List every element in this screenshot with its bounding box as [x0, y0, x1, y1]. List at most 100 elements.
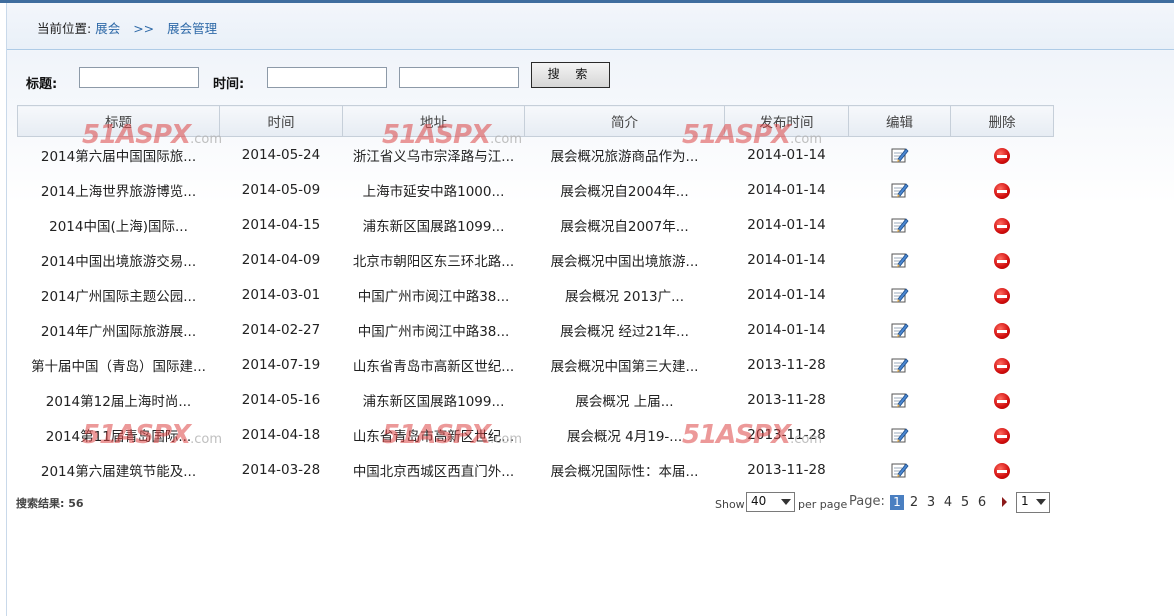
time-cell: 2014-05-16	[241, 391, 321, 408]
page-size-select[interactable]: 40	[746, 492, 795, 512]
publish-time-cell: 2014-01-14	[747, 181, 826, 198]
address-cell: 中国广州市阅江中路38...	[357, 288, 510, 305]
delete-minus-icon[interactable]	[994, 148, 1010, 164]
header-title[interactable]: 标题	[17, 105, 220, 137]
chevron-down-icon	[781, 499, 791, 505]
title-search-label: 标题:	[26, 77, 58, 92]
delete-cell	[951, 172, 1054, 207]
title-cell: 第十届中国（青岛）国际建...	[31, 358, 206, 375]
header-publish-time[interactable]: 发布时间	[724, 105, 849, 137]
publish-time-cell: 2013-11-28	[747, 391, 826, 408]
page-link[interactable]: 3	[924, 495, 938, 510]
breadcrumb-link-exhibition[interactable]: 展会	[95, 21, 120, 36]
publish-time-cell: 2014-01-14	[747, 251, 826, 268]
breadcrumb-link-exhibition-manage[interactable]: 展会管理	[167, 21, 217, 36]
edit-pencil-icon[interactable]	[891, 286, 909, 307]
delete-minus-icon[interactable]	[994, 323, 1010, 339]
time-cell: 2014-05-24	[241, 146, 321, 163]
publish-time-cell: 2014-01-14	[747, 286, 826, 303]
edit-cell	[849, 382, 951, 417]
time-cell: 2014-04-18	[241, 426, 321, 443]
table-row: 第十届中国（青岛）国际建... 2014-07-19 山东省青岛市高新区世纪... 展…	[18, 347, 1054, 382]
show-label: Show	[715, 498, 745, 511]
delete-minus-icon[interactable]	[994, 393, 1010, 409]
time-search-label: 时间:	[213, 77, 245, 92]
edit-pencil-icon[interactable]	[891, 391, 909, 412]
delete-minus-icon[interactable]	[994, 253, 1010, 269]
title-cell: 2014上海世界旅游博览...	[40, 183, 197, 200]
header-address[interactable]: 地址	[342, 105, 525, 137]
table-row: 2014第12届上海时尚... 2014-05-16 浦东新区国展路1099... 展…	[18, 382, 1054, 417]
edit-pencil-icon[interactable]	[891, 356, 909, 377]
next-page-icon[interactable]	[1002, 497, 1007, 507]
edit-pencil-icon[interactable]	[891, 251, 909, 272]
page-link[interactable]: 6	[975, 495, 989, 510]
per-page-label: per page	[798, 498, 848, 511]
delete-minus-icon[interactable]	[994, 288, 1010, 304]
search-button[interactable]: 搜 索	[531, 62, 610, 88]
address-cell: 浙江省义乌市宗泽路与江...	[352, 148, 515, 165]
edit-cell	[849, 417, 951, 452]
time-cell: 2014-07-19	[241, 356, 321, 373]
delete-minus-icon[interactable]	[994, 218, 1010, 234]
edit-pencil-icon[interactable]	[891, 426, 909, 447]
time-cell: 2014-05-09	[241, 181, 321, 198]
table-header-row: 标题 时间 地址 简介 发布时间 编辑 删除	[17, 105, 1054, 137]
delete-minus-icon[interactable]	[994, 358, 1010, 374]
delete-cell	[951, 207, 1054, 242]
table-row: 2014中国出境旅游交易... 2014-04-09 北京市朝阳区东三环北路... 展…	[18, 242, 1054, 277]
header-edit: 编辑	[848, 105, 951, 137]
table-row: 2014年广州国际旅游展... 2014-02-27 中国广州市阅江中路38... 展…	[18, 312, 1054, 347]
page-jump-select[interactable]: 1	[1016, 492, 1050, 513]
edit-cell	[849, 312, 951, 347]
time-cell: 2014-04-15	[241, 216, 321, 233]
delete-cell	[951, 277, 1054, 312]
address-cell: 浦东新区国展路1099...	[362, 393, 505, 410]
summary-cell: 展会概况国际性：本届...	[550, 463, 699, 480]
delete-minus-icon[interactable]	[994, 463, 1010, 479]
breadcrumb-separator: >>	[133, 21, 155, 36]
summary-cell: 展会概况自2004年...	[560, 183, 689, 200]
delete-cell	[951, 137, 1054, 173]
delete-cell	[951, 312, 1054, 347]
page-link[interactable]: 5	[958, 495, 972, 510]
title-search-input[interactable]	[79, 67, 199, 88]
time-cell: 2014-02-27	[241, 321, 321, 338]
page-link[interactable]: 4	[941, 495, 955, 510]
title-cell: 2014年广州国际旅游展...	[40, 323, 197, 340]
summary-cell: 展会概况旅游商品作为...	[550, 148, 699, 165]
page-size-value: 40	[751, 494, 767, 508]
table-row: 2014广州国际主题公园... 2014-03-01 中国广州市阅江中路38... 展…	[18, 277, 1054, 312]
title-cell: 2014第六届建筑节能及...	[40, 463, 197, 480]
page-jump-value: 1	[1021, 494, 1029, 508]
title-cell: 2014中国(上海)国际...	[49, 218, 188, 235]
search-result-count: 搜索结果: 56	[16, 497, 84, 510]
edit-pencil-icon[interactable]	[891, 146, 909, 167]
page-label: Page:	[849, 494, 885, 509]
title-cell: 2014第11届青岛国际...	[45, 428, 192, 445]
header-time[interactable]: 时间	[219, 105, 343, 137]
summary-cell: 展会概况 2013广...	[564, 288, 685, 305]
summary-cell: 展会概况 上届...	[575, 393, 674, 410]
page-link-current[interactable]: 1	[890, 495, 904, 510]
chevron-down-icon	[1036, 499, 1046, 505]
header-summary[interactable]: 简介	[524, 105, 725, 137]
time-from-input[interactable]	[267, 67, 387, 88]
edit-cell	[849, 207, 951, 242]
address-cell: 中国北京西城区西直门外...	[352, 463, 515, 480]
address-cell: 北京市朝阳区东三环北路...	[352, 253, 515, 270]
edit-cell	[849, 347, 951, 382]
page-link[interactable]: 2	[907, 495, 921, 510]
time-to-input[interactable]	[399, 67, 519, 88]
edit-pencil-icon[interactable]	[891, 321, 909, 342]
edit-pencil-icon[interactable]	[891, 181, 909, 202]
edit-pencil-icon[interactable]	[891, 461, 909, 482]
delete-minus-icon[interactable]	[994, 183, 1010, 199]
edit-cell	[849, 137, 951, 173]
delete-cell	[951, 347, 1054, 382]
edit-pencil-icon[interactable]	[891, 216, 909, 237]
table-row: 2014上海世界旅游博览... 2014-05-09 上海市延安中路1000... 展…	[18, 172, 1054, 207]
publish-time-cell: 2013-11-28	[747, 461, 826, 478]
delete-minus-icon[interactable]	[994, 428, 1010, 444]
edit-cell	[849, 277, 951, 312]
